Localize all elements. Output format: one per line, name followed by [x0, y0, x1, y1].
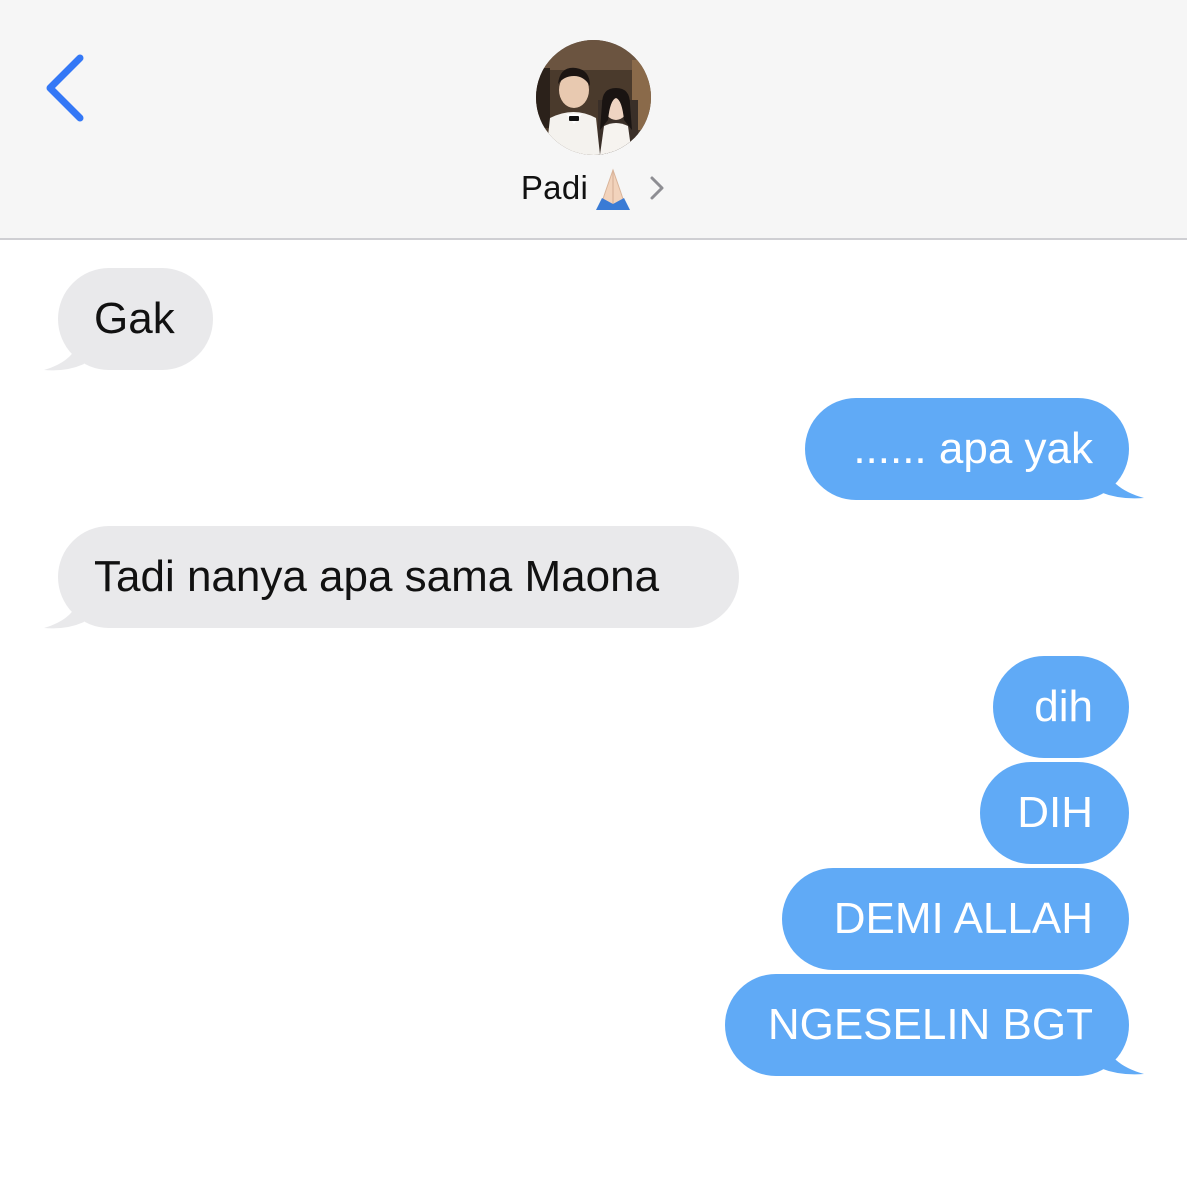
sent-message-bubble[interactable]: NGESELIN BGT: [725, 974, 1129, 1076]
sent-message-bubble[interactable]: DIH: [980, 762, 1129, 864]
message-text: Tadi nanya apa sama Maona: [94, 552, 660, 601]
chat-header: Padi: [0, 0, 1187, 240]
back-button[interactable]: [36, 48, 100, 128]
chevron-right-icon: [650, 176, 664, 200]
sent-message-bubble[interactable]: ...... apa yak: [805, 398, 1129, 500]
chevron-left-icon: [46, 54, 84, 122]
folded-hands-emoji-icon: [596, 168, 631, 210]
contact-name-button[interactable]: Padi: [0, 166, 1187, 210]
bubble-tail: [44, 592, 84, 629]
message-text: DEMI ALLAH: [833, 894, 1093, 943]
contact-name: Padi: [520, 169, 589, 206]
sent-message-bubble[interactable]: DEMI ALLAH: [782, 868, 1129, 970]
message-text: DIH: [1017, 788, 1093, 837]
contact-avatar[interactable]: [536, 40, 651, 155]
bubble-tail: [1100, 462, 1144, 499]
received-message-bubble[interactable]: Tadi nanya apa sama Maona: [58, 526, 739, 628]
bubble-tail: [1100, 1038, 1144, 1075]
bubble-tail: [44, 334, 84, 371]
message-text: Gak: [94, 294, 175, 343]
message-text: dih: [1034, 682, 1093, 731]
sent-message-bubble[interactable]: dih: [993, 656, 1129, 758]
message-text: NGESELIN BGT: [767, 1000, 1093, 1049]
message-text: ...... apa yak: [853, 424, 1093, 473]
